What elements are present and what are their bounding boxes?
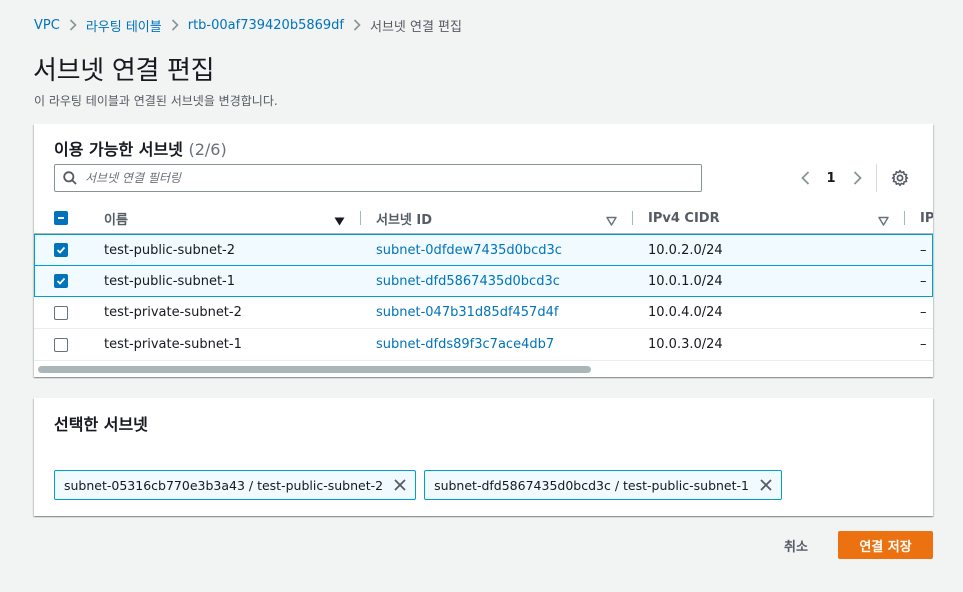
table-row[interactable]: test-private-subnet-1 subnet-dfds89f3c7a… <box>34 329 933 361</box>
available-subnets-panel: 이용 가능한 서브넷 (2/6) 1 이름 <box>34 124 933 377</box>
token-label: subnet-dfd5867435d0bcd3c / test-public-s… <box>434 477 749 493</box>
column-header-subnet-id[interactable]: 서브넷 ID <box>376 202 432 234</box>
breadcrumb-current: 서브넷 연결 편집 <box>369 19 462 35</box>
close-icon <box>394 479 406 491</box>
row-checkbox[interactable] <box>54 338 68 352</box>
column-header-ipv4-cidr[interactable]: IPv4 CIDR <box>648 202 720 234</box>
subnet-name: test-public-subnet-1 <box>104 273 236 289</box>
subnet-id-link[interactable]: subnet-dfd5867435d0bcd3c <box>376 266 560 296</box>
selected-subnet-token: subnet-05316cb770e3b3a43 / test-public-s… <box>54 470 417 500</box>
page-description: 이 라우팅 테이블과 연결된 서브넷을 변경합니다. <box>34 94 278 108</box>
subnet-ip: – <box>920 242 927 258</box>
breadcrumb-route-table-id-link[interactable]: rtb-00af739420b5869df <box>188 18 344 33</box>
subnet-ip: – <box>920 305 927 320</box>
current-page-number[interactable]: 1 <box>816 171 846 186</box>
subnet-name: test-public-subnet-2 <box>104 242 236 258</box>
sort-icon[interactable] <box>878 212 889 231</box>
subnet-cidr: 10.0.1.0/24 <box>648 273 723 289</box>
horizontal-scrollbar[interactable] <box>38 366 591 373</box>
column-divider[interactable] <box>360 211 361 225</box>
available-subnets-title: 이용 가능한 서브넷 <box>54 140 183 159</box>
chevron-right-icon <box>344 19 370 31</box>
subnet-cidr: 10.0.4.0/24 <box>648 305 723 320</box>
column-divider[interactable] <box>904 211 905 225</box>
subnet-ip: – <box>920 273 927 289</box>
remove-token-button[interactable] <box>757 476 775 494</box>
chevron-right-icon <box>162 19 188 31</box>
selected-subnet-token: subnet-dfd5867435d0bcd3c / test-public-s… <box>424 470 782 500</box>
subnet-id-link[interactable]: subnet-0dfdew7435d0bcd3c <box>376 235 562 265</box>
settings-button[interactable] <box>890 168 910 188</box>
row-checkbox[interactable] <box>54 306 68 320</box>
selection-count: (2/6) <box>188 140 227 159</box>
subnet-ip: – <box>920 337 927 352</box>
selected-subnets-panel: 선택한 서브넷 subnet-05316cb770e3b3a43 / test-… <box>34 398 933 516</box>
available-subnets-heading: 이용 가능한 서브넷 (2/6) <box>54 136 227 160</box>
table-row[interactable]: test-public-subnet-2 subnet-0dfdew7435d0… <box>34 234 933 266</box>
token-label: subnet-05316cb770e3b3a43 / test-public-s… <box>64 477 384 493</box>
selected-tokens: subnet-05316cb770e3b3a43 / test-public-s… <box>54 470 782 500</box>
selected-subnets-title: 선택한 서브넷 <box>54 415 148 434</box>
table-row[interactable]: test-public-subnet-1 subnet-dfd5867435d0… <box>34 265 933 297</box>
sort-icon[interactable] <box>606 212 617 231</box>
row-checkbox[interactable] <box>54 243 68 257</box>
indeterminate-icon <box>58 217 64 219</box>
column-divider[interactable] <box>632 211 633 225</box>
pagination: 1 <box>794 168 868 188</box>
chevron-left-icon <box>800 171 809 185</box>
checkmark-icon <box>56 277 66 285</box>
cancel-button[interactable]: 취소 <box>772 532 820 558</box>
subnet-name: test-private-subnet-2 <box>104 305 242 320</box>
table-header: 이름 서브넷 ID IPv4 CIDR IP <box>34 202 933 234</box>
subnet-id-link[interactable]: subnet-047b31d85df457d4f <box>376 297 558 328</box>
filter-input[interactable] <box>85 166 701 190</box>
next-page-button[interactable] <box>846 168 868 188</box>
filter-box <box>54 164 702 192</box>
chevron-right-icon <box>853 171 862 185</box>
subnet-name: test-private-subnet-1 <box>104 337 242 352</box>
select-all-checkbox[interactable] <box>54 211 68 225</box>
sort-descending-icon[interactable] <box>334 212 345 231</box>
table-row[interactable]: test-private-subnet-2 subnet-047b31d85df… <box>34 297 933 329</box>
column-header-ip[interactable]: IP <box>920 202 933 234</box>
subnet-cidr: 10.0.3.0/24 <box>648 337 723 352</box>
prev-page-button[interactable] <box>794 168 816 188</box>
subnet-id-link[interactable]: subnet-dfds89f3c7ace4db7 <box>376 329 554 360</box>
checkmark-icon <box>56 246 66 254</box>
save-associations-button[interactable]: 연결 저장 <box>838 531 933 559</box>
remove-token-button[interactable] <box>391 476 409 494</box>
breadcrumb-vpc-link[interactable]: VPC <box>34 18 60 33</box>
pager-divider <box>876 164 877 192</box>
subnet-cidr: 10.0.2.0/24 <box>648 242 723 258</box>
breadcrumb: VPC 라우팅 테이블 rtb-00af739420b5869df 서브넷 연결… <box>34 16 462 35</box>
subnets-table: 이름 서브넷 ID IPv4 CIDR IP test-public-subne… <box>34 202 933 361</box>
row-checkbox[interactable] <box>54 274 68 288</box>
gear-icon <box>891 169 909 187</box>
close-icon <box>760 479 772 491</box>
chevron-right-icon <box>60 19 86 31</box>
breadcrumb-route-tables-link[interactable]: 라우팅 테이블 <box>86 16 162 35</box>
column-header-name[interactable]: 이름 <box>104 202 128 234</box>
page-title: 서브넷 연결 편집 <box>33 56 215 86</box>
search-icon <box>55 171 85 185</box>
